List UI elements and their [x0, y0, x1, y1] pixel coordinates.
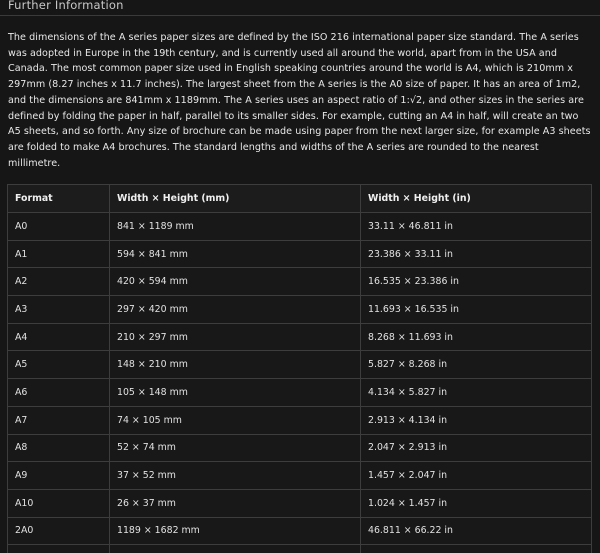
in-cell: 4.134 × 5.827 in: [360, 378, 592, 407]
section-heading: Further Information: [8, 0, 124, 12]
column-header-mm: Width × Height (mm): [109, 184, 361, 213]
mm-cell: 105 × 148 mm: [109, 378, 361, 407]
table-row: A1 594 × 841 mm 23.386 × 33.11 in: [7, 239, 592, 269]
format-cell: A9: [7, 461, 110, 490]
mm-cell: 26 × 37 mm: [109, 488, 361, 518]
format-cell: A2: [7, 267, 110, 297]
format-cell: A5: [7, 350, 110, 380]
in-cell: 46.811 × 66.22 in: [360, 516, 592, 546]
format-cell: A4: [7, 322, 110, 352]
table-row: [7, 544, 592, 553]
table-row: A7 74 × 105 mm 2.913 × 4.134 in: [7, 405, 592, 435]
mm-cell: 210 × 297 mm: [109, 322, 361, 352]
in-cell: 23.386 × 33.11 in: [360, 239, 592, 269]
format-cell: A0: [7, 212, 110, 241]
format-cell: A1: [7, 239, 110, 269]
format-cell: [7, 544, 110, 553]
mm-cell: 841 × 1189 mm: [109, 212, 361, 241]
in-cell: 2.913 × 4.134 in: [360, 405, 592, 435]
format-cell: A6: [7, 378, 110, 407]
format-cell: A8: [7, 433, 110, 463]
table-row: A0 841 × 1189 mm 33.11 × 46.811 in: [7, 212, 592, 241]
table-row: A6 105 × 148 mm 4.134 × 5.827 in: [7, 378, 592, 407]
in-cell: 16.535 × 23.386 in: [360, 267, 592, 297]
table-row: A4 210 × 297 mm 8.268 × 11.693 in: [7, 322, 592, 352]
in-cell: [360, 544, 592, 553]
description-paragraph: The dimensions of the A series paper siz…: [8, 32, 591, 169]
mm-cell: 37 × 52 mm: [109, 461, 361, 490]
table-row: A3 297 × 420 mm 11.693 × 16.535 in: [7, 295, 592, 324]
format-cell: 2A0: [7, 516, 110, 546]
mm-cell: 297 × 420 mm: [109, 295, 361, 324]
mm-cell: 1189 × 1682 mm: [109, 516, 361, 546]
heading-divider: [0, 15, 600, 16]
table-row: A10 26 × 37 mm 1.024 × 1.457 in: [7, 488, 592, 518]
table-row: 2A0 1189 × 1682 mm 46.811 × 66.22 in: [7, 516, 592, 546]
table-row: A5 148 × 210 mm 5.827 × 8.268 in: [7, 350, 592, 380]
table-header-row: Format Width × Height (mm) Width × Heigh…: [7, 184, 592, 213]
in-cell: 1.024 × 1.457 in: [360, 488, 592, 518]
in-cell: 8.268 × 11.693 in: [360, 322, 592, 352]
table-row: A2 420 × 594 mm 16.535 × 23.386 in: [7, 267, 592, 297]
format-cell: A7: [7, 405, 110, 435]
column-header-format: Format: [7, 184, 110, 213]
format-cell: A3: [7, 295, 110, 324]
mm-cell: 420 × 594 mm: [109, 267, 361, 297]
format-cell: A10: [7, 488, 110, 518]
column-header-in: Width × Height (in): [360, 184, 592, 213]
in-cell: 33.11 × 46.811 in: [360, 212, 592, 241]
in-cell: 2.047 × 2.913 in: [360, 433, 592, 463]
mm-cell: 52 × 74 mm: [109, 433, 361, 463]
in-cell: 11.693 × 16.535 in: [360, 295, 592, 324]
in-cell: 5.827 × 8.268 in: [360, 350, 592, 380]
mm-cell: [109, 544, 361, 553]
mm-cell: 74 × 105 mm: [109, 405, 361, 435]
paper-sizes-table: Format Width × Height (mm) Width × Heigh…: [7, 184, 592, 553]
mm-cell: 148 × 210 mm: [109, 350, 361, 380]
in-cell: 1.457 × 2.047 in: [360, 461, 592, 490]
table-row: A8 52 × 74 mm 2.047 × 2.913 in: [7, 433, 592, 463]
table-row: A9 37 × 52 mm 1.457 × 2.047 in: [7, 461, 592, 490]
mm-cell: 594 × 841 mm: [109, 239, 361, 269]
